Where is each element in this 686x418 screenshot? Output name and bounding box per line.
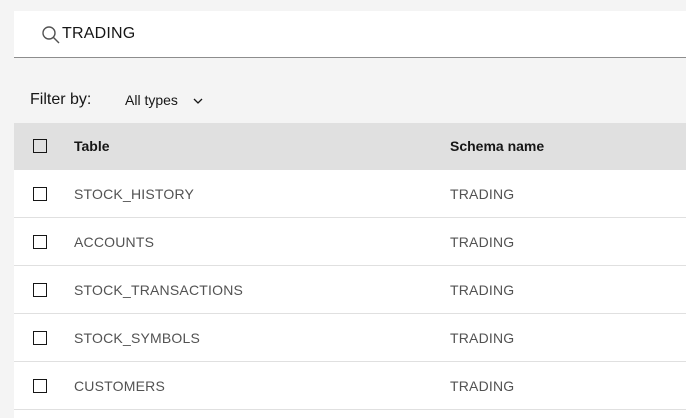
- filter-bar: Filter by: All types: [14, 75, 686, 123]
- filter-label: Filter by:: [30, 91, 92, 108]
- table-name-cell: CUSTOMERS: [74, 378, 165, 394]
- table-name-cell: STOCK_SYMBOLS: [74, 330, 201, 346]
- row-checkbox[interactable]: [33, 379, 47, 393]
- table-header: Table Schema name: [14, 123, 686, 170]
- table-row[interactable]: STOCK_TRANSACTIONS TRADING: [14, 266, 686, 314]
- table-row[interactable]: STOCK_HISTORY TRADING: [14, 170, 686, 218]
- table-name-cell: STOCK_TRANSACTIONS: [74, 282, 244, 298]
- type-filter-value: All types: [125, 92, 178, 108]
- table-name-cell: STOCK_HISTORY: [74, 186, 195, 202]
- search-bar: [14, 11, 686, 58]
- schema-name-cell: TRADING: [450, 282, 515, 298]
- row-checkbox[interactable]: [33, 187, 47, 201]
- column-header-table[interactable]: Table: [74, 138, 110, 154]
- search-input[interactable]: [62, 11, 662, 57]
- type-filter-dropdown[interactable]: All types: [125, 87, 204, 113]
- chevron-down-icon: [192, 94, 204, 106]
- row-checkbox[interactable]: [33, 331, 47, 345]
- row-checkbox[interactable]: [33, 283, 47, 297]
- schema-name-cell: TRADING: [450, 186, 515, 202]
- row-checkbox[interactable]: [33, 235, 47, 249]
- table-name-cell: ACCOUNTS: [74, 234, 155, 250]
- table-row[interactable]: STOCK_SYMBOLS TRADING: [14, 314, 686, 362]
- select-all-checkbox[interactable]: [33, 139, 47, 153]
- table-panel: Filter by: All types Table Schema name S…: [14, 75, 686, 418]
- schema-name-cell: TRADING: [450, 330, 515, 346]
- column-header-schema-name[interactable]: Schema name: [450, 138, 544, 154]
- table-row[interactable]: ACCOUNTS TRADING: [14, 218, 686, 266]
- table-row[interactable]: CUSTOMERS TRADING: [14, 362, 686, 410]
- schema-name-cell: TRADING: [450, 378, 515, 394]
- search-icon: [41, 25, 61, 45]
- schema-name-cell: TRADING: [450, 234, 515, 250]
